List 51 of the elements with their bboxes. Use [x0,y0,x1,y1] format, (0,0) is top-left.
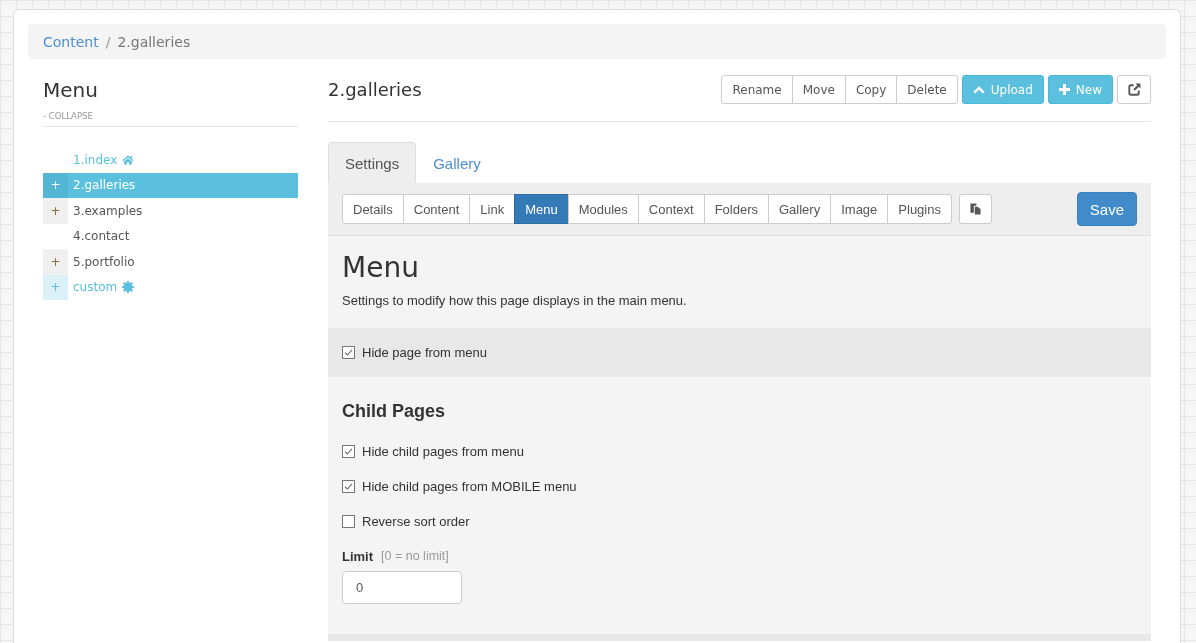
field-hint: [0 = no limit] [381,549,449,563]
paste-button[interactable] [958,194,992,224]
section-tab[interactable]: Menu [514,194,569,224]
home-icon [122,154,135,165]
section-tab[interactable]: Modules [567,194,639,224]
open-external-button[interactable] [1117,75,1151,104]
external-link-icon [1127,83,1141,96]
breadcrumb-separator: / [105,33,111,50]
expand-toggle[interactable]: + [43,249,68,275]
section-tab[interactable]: Details [342,194,404,224]
sidebar-title: Menu [43,77,99,104]
page-title: 2.galleries [328,79,422,100]
checkbox-label: Reverse sort order [362,513,470,529]
checkbox-label: Hide page from menu [362,345,487,360]
field-label: Limit [342,548,374,564]
section-tab[interactable]: Folders [703,194,769,224]
section-tab[interactable]: Content [402,194,471,224]
page-link[interactable]: 3.examples [73,202,143,219]
plus-icon [1058,84,1070,95]
toolbar-button[interactable]: Rename [721,75,793,104]
page-link[interactable]: 4.contact [73,228,130,245]
section-tab[interactable]: Context [637,194,705,224]
tree-item[interactable]: 4.contact [43,223,298,249]
limit-input[interactable]: 0 [342,571,462,604]
tab[interactable]: Settings [328,142,417,183]
toolbar-button[interactable]: Delete [896,75,958,104]
section-tab[interactable]: Image [830,194,889,224]
tab[interactable]: Gallery [416,142,498,183]
subsection-heading: Child Pages [341,400,447,423]
section-tab[interactable]: Plugins [887,194,952,224]
section-heading: Menu [341,250,420,286]
page-link[interactable]: 5.portfolio [73,253,135,270]
section-description: Settings to modify how this page displays in the main menu. [341,292,688,310]
pages-icon [969,203,981,215]
toolbar-button[interactable]: Copy [844,75,898,104]
checkbox[interactable] [342,479,355,493]
checkbox-label: Hide child pages from MOBILE menu [362,478,577,494]
checkbox[interactable] [342,514,355,528]
save-button[interactable]: Save [1076,192,1137,226]
checkbox[interactable] [342,444,355,458]
breadcrumb-current: 2.galleries [117,33,191,50]
section-tab[interactable]: Link [469,194,516,224]
chevron-up-icon [972,85,985,94]
gear-icon [122,281,135,294]
tree-item[interactable]: + 3.examples [43,198,298,224]
section-tab[interactable]: Gallery [768,194,832,224]
toolbar-button[interactable]: Move [791,75,846,104]
tree-item[interactable]: + 5.portfolio [43,249,298,275]
checkbox-label: Hide child pages from menu [362,443,524,459]
expand-toggle[interactable]: + [43,198,68,224]
checkbox[interactable] [342,346,355,359]
